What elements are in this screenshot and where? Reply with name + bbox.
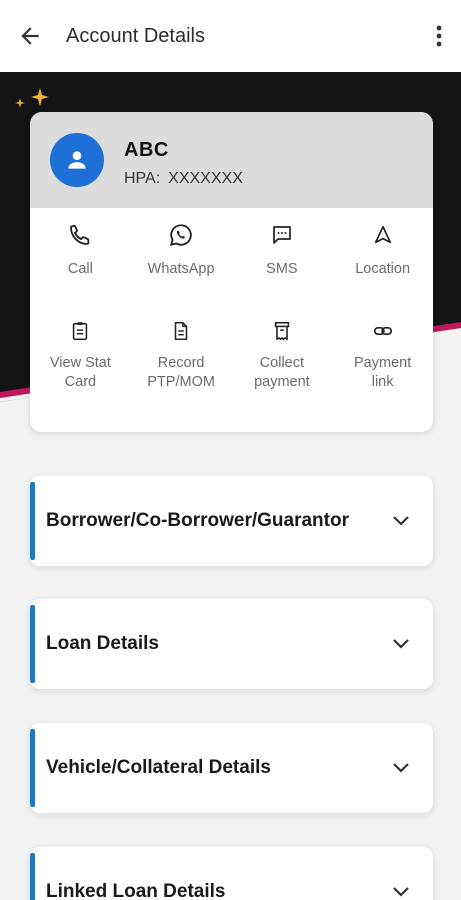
borrower-section-title: Borrower/Co-Borrower/Guarantor xyxy=(46,510,349,531)
vehicle-collateral-title: Vehicle/Collateral Details xyxy=(46,757,271,778)
chevron-down-icon[interactable] xyxy=(369,638,433,650)
borrower-section[interactable]: Borrower/Co-Borrower/Guarantor xyxy=(30,476,433,566)
call-button[interactable]: Call xyxy=(30,218,131,314)
profile-header: ABC HPA: XXXXXXX xyxy=(30,112,433,208)
sms-icon xyxy=(270,220,294,250)
avatar xyxy=(50,133,104,187)
chevron-down-icon[interactable] xyxy=(369,886,433,898)
clipboard-icon xyxy=(69,316,91,346)
view-stat-card-button[interactable]: View Stat Card xyxy=(30,314,131,410)
payment-link-label: Payment link xyxy=(354,355,412,390)
accent-bar xyxy=(30,482,35,560)
page-title: Account Details xyxy=(66,24,205,47)
chevron-down-icon[interactable] xyxy=(369,515,433,527)
link-icon xyxy=(372,316,394,346)
quick-actions: Call WhatsApp SMS Location View Stat Car… xyxy=(30,208,433,410)
location-button[interactable]: Location xyxy=(332,218,433,314)
accent-bar xyxy=(30,605,35,683)
location-label: Location xyxy=(355,261,411,277)
more-options-icon[interactable] xyxy=(417,8,461,64)
chevron-down-icon[interactable] xyxy=(369,762,433,774)
hpa-value: XXXXXXX xyxy=(168,169,243,187)
receipt-icon xyxy=(271,316,293,346)
profile-card: ABC HPA: XXXXXXX Call WhatsApp SMS Locat… xyxy=(30,112,433,432)
vehicle-collateral-section[interactable]: Vehicle/Collateral Details xyxy=(30,723,433,813)
record-ptp-mom-button[interactable]: Record PTP/MOM xyxy=(131,314,232,410)
customer-name: ABC xyxy=(124,138,169,161)
collect-payment-button[interactable]: Collect payment xyxy=(232,314,333,410)
app-bar: Account Details xyxy=(0,0,461,72)
sms-label: SMS xyxy=(266,261,298,277)
loan-details-section[interactable]: Loan Details xyxy=(30,599,433,689)
record-ptp-mom-label: Record PTP/MOM xyxy=(147,355,215,390)
loan-details-title: Loan Details xyxy=(46,633,159,654)
whatsapp-button[interactable]: WhatsApp xyxy=(131,218,232,314)
whatsapp-label: WhatsApp xyxy=(147,261,215,277)
whatsapp-icon xyxy=(168,220,194,250)
back-arrow-icon[interactable] xyxy=(0,8,60,64)
payment-link-button[interactable]: Payment link xyxy=(332,314,433,410)
collect-payment-label: Collect payment xyxy=(254,355,310,390)
hpa-label: HPA: xyxy=(124,169,161,187)
sms-button[interactable]: SMS xyxy=(232,218,333,314)
hpa-number: HPA: XXXXXXX xyxy=(124,170,243,188)
linked-loan-title: Linked Loan Details xyxy=(46,881,226,900)
accent-bar xyxy=(30,729,35,807)
view-stat-card-label: View Stat Card xyxy=(49,355,111,390)
document-icon xyxy=(170,316,192,346)
phone-icon xyxy=(67,220,93,250)
call-label: Call xyxy=(67,261,93,277)
person-icon xyxy=(68,151,86,169)
accent-bar xyxy=(30,853,35,900)
location-icon xyxy=(372,220,394,250)
linked-loan-section[interactable]: Linked Loan Details xyxy=(30,847,433,900)
